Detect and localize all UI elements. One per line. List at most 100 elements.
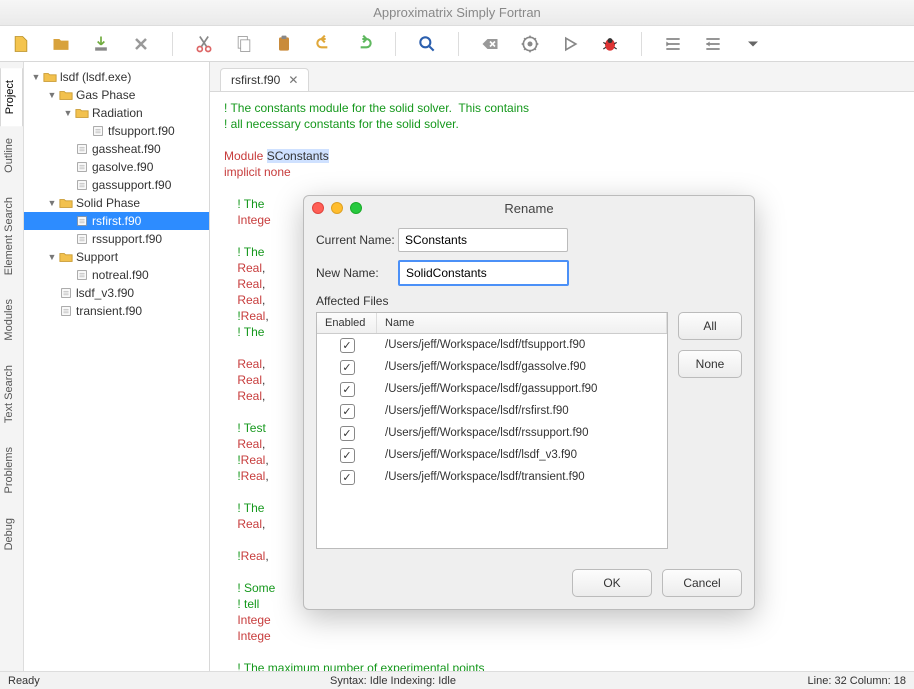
tree-item-label: gasolve.f90 bbox=[90, 160, 153, 174]
sidetab-text-search[interactable]: Text Search bbox=[0, 353, 23, 435]
disclosure-icon[interactable]: ▼ bbox=[46, 198, 58, 208]
indent-icon[interactable] bbox=[662, 33, 684, 55]
tree-item[interactable]: notreal.f90 bbox=[24, 266, 209, 284]
tab-close-icon[interactable]: ✕ bbox=[288, 73, 298, 87]
chevron-down-icon[interactable] bbox=[742, 33, 764, 55]
enabled-checkbox[interactable]: ✓ bbox=[340, 404, 355, 419]
save-icon[interactable] bbox=[90, 33, 112, 55]
tree-item[interactable]: transient.f90 bbox=[24, 302, 209, 320]
cut-icon[interactable] bbox=[193, 33, 215, 55]
editor-tab-active[interactable]: rsfirst.f90 ✕ bbox=[220, 68, 309, 91]
tree-item[interactable]: gasolve.f90 bbox=[24, 158, 209, 176]
disclosure-icon[interactable]: ▼ bbox=[46, 252, 58, 262]
editor-tab-label: rsfirst.f90 bbox=[231, 73, 280, 87]
table-row[interactable]: ✓/Users/jeff/Workspace/lsdf/gassupport.f… bbox=[317, 378, 667, 400]
current-name-input[interactable] bbox=[398, 228, 568, 252]
rename-dialog: Rename Current Name: New Name: Affected … bbox=[303, 195, 755, 610]
tree-item-label: notreal.f90 bbox=[90, 268, 149, 282]
table-row[interactable]: ✓ /Users/jeff/Workspace/lsdf/gassolve.f90 bbox=[317, 356, 667, 378]
table-row[interactable]: ✓ /Users/jeff/Workspace/lsdf/transient.f9… bbox=[317, 466, 667, 488]
tree-item[interactable]: rssupport.f90 bbox=[24, 230, 209, 248]
tree-item-label: Radiation bbox=[90, 106, 143, 120]
file-path: /Users/jeff/Workspace/lsdf/tfsupport.f90 bbox=[377, 339, 667, 351]
undo-icon[interactable] bbox=[313, 33, 335, 55]
tree-item[interactable]: ▼lsdf (lsdf.exe) bbox=[24, 68, 209, 86]
outdent-icon[interactable] bbox=[702, 33, 724, 55]
table-row[interactable]: ✓ /Users/jeff/Workspace/lsdf/tfsupport.f9… bbox=[317, 334, 667, 356]
main-toolbar bbox=[0, 26, 914, 62]
folder-icon bbox=[58, 88, 74, 102]
ok-button[interactable]: OK bbox=[572, 569, 652, 597]
file-path: /Users/jeff/Workspace/lsdf/gassolve.f90 bbox=[377, 361, 667, 373]
enabled-checkbox[interactable]: ✓ bbox=[340, 360, 355, 375]
disclosure-icon[interactable]: ▼ bbox=[30, 72, 42, 82]
none-button[interactable]: None bbox=[678, 350, 742, 378]
table-row[interactable]: ✓/Users/jeff/Workspace/lsdf/lsdf_v3.f90 bbox=[317, 444, 667, 466]
tree-item[interactable]: ▼ Radiation bbox=[24, 104, 209, 122]
folder-icon bbox=[58, 196, 74, 210]
redo-icon[interactable] bbox=[353, 33, 375, 55]
sidetab-problems[interactable]: Problems bbox=[0, 435, 23, 505]
file-icon bbox=[74, 160, 90, 174]
tree-item[interactable]: ▼Support bbox=[24, 248, 209, 266]
all-button[interactable]: All bbox=[678, 312, 742, 340]
search-icon[interactable] bbox=[416, 33, 438, 55]
tree-item[interactable]: lsdf_v3.f90 bbox=[24, 284, 209, 302]
run-icon[interactable] bbox=[559, 33, 581, 55]
file-icon bbox=[74, 232, 90, 246]
col-name[interactable]: Name bbox=[377, 313, 667, 333]
table-row[interactable]: ✓/Users/jeff/Workspace/lsdf/rssupport.f9… bbox=[317, 422, 667, 444]
dialog-title: Rename bbox=[304, 201, 754, 216]
tree-item[interactable]: ▼ Gas Phase bbox=[24, 86, 209, 104]
window-controls[interactable] bbox=[312, 202, 362, 214]
toolbar-separator bbox=[458, 32, 459, 56]
disclosure-icon[interactable]: ▼ bbox=[62, 108, 74, 118]
sidetab-debug[interactable]: Debug bbox=[0, 506, 23, 562]
status-bar: Ready Syntax: Idle Indexing: Idle Line: … bbox=[0, 671, 914, 689]
debug-icon[interactable] bbox=[599, 33, 621, 55]
sidetab-project[interactable]: Project bbox=[0, 68, 23, 126]
dialog-titlebar[interactable]: Rename bbox=[304, 196, 754, 220]
enabled-checkbox[interactable]: ✓ bbox=[340, 470, 355, 485]
affected-files-table[interactable]: Enabled Name ✓/Users/jeff/Workspace/lsdf… bbox=[316, 312, 668, 549]
tree-item[interactable]: gassupport.f90 bbox=[24, 176, 209, 194]
new-file-icon[interactable] bbox=[10, 33, 32, 55]
folder-icon bbox=[42, 70, 58, 84]
project-tree[interactable]: ▼lsdf (lsdf.exe)▼Gas Phase▼Radiationtfsu… bbox=[24, 62, 210, 671]
file-path: /Users/jeff/Workspace/lsdf/transient.f90 bbox=[377, 471, 667, 483]
minimize-window-icon[interactable] bbox=[331, 202, 343, 214]
enabled-checkbox[interactable]: ✓ bbox=[340, 382, 355, 397]
zoom-window-icon[interactable] bbox=[350, 202, 362, 214]
file-icon bbox=[74, 142, 90, 156]
paste-icon[interactable] bbox=[273, 33, 295, 55]
file-icon bbox=[74, 178, 90, 192]
col-enabled[interactable]: Enabled bbox=[317, 313, 377, 333]
clear-icon[interactable] bbox=[479, 33, 501, 55]
close-window-icon[interactable] bbox=[312, 202, 324, 214]
table-row[interactable]: ✓/Users/jeff/Workspace/lsdf/rsfirst.f90 bbox=[317, 400, 667, 422]
sidetab-element-search[interactable]: Element Search bbox=[0, 185, 23, 287]
tree-item[interactable]: gassheat.f90 bbox=[24, 140, 209, 158]
tree-item[interactable]: ▼Solid Phase bbox=[24, 194, 209, 212]
tree-item[interactable]: tfsupport.f90 bbox=[24, 122, 209, 140]
window-title: Approximatrix Simply Fortran bbox=[0, 0, 914, 26]
sidetab-modules[interactable]: Modules bbox=[0, 287, 23, 353]
sidetab-outline[interactable]: Outline bbox=[0, 126, 23, 185]
cancel-button[interactable]: Cancel bbox=[662, 569, 742, 597]
tree-item-label: transient.f90 bbox=[74, 304, 142, 318]
file-icon bbox=[90, 124, 106, 138]
enabled-checkbox[interactable]: ✓ bbox=[340, 338, 355, 353]
disclosure-icon[interactable]: ▼ bbox=[46, 90, 58, 100]
toolbar-separator bbox=[395, 32, 396, 56]
copy-icon[interactable] bbox=[233, 33, 255, 55]
tree-item[interactable]: rsfirst.f90 bbox=[24, 212, 209, 230]
open-folder-icon[interactable] bbox=[50, 33, 72, 55]
close-icon[interactable] bbox=[130, 33, 152, 55]
enabled-checkbox[interactable]: ✓ bbox=[340, 448, 355, 463]
new-name-input[interactable] bbox=[398, 260, 569, 286]
build-icon[interactable] bbox=[519, 33, 541, 55]
table-header: Enabled Name bbox=[317, 313, 667, 334]
editor-tabs: rsfirst.f90 ✕ bbox=[210, 62, 914, 92]
enabled-checkbox[interactable]: ✓ bbox=[340, 426, 355, 441]
tree-item-label: Gas Phase bbox=[74, 88, 135, 102]
